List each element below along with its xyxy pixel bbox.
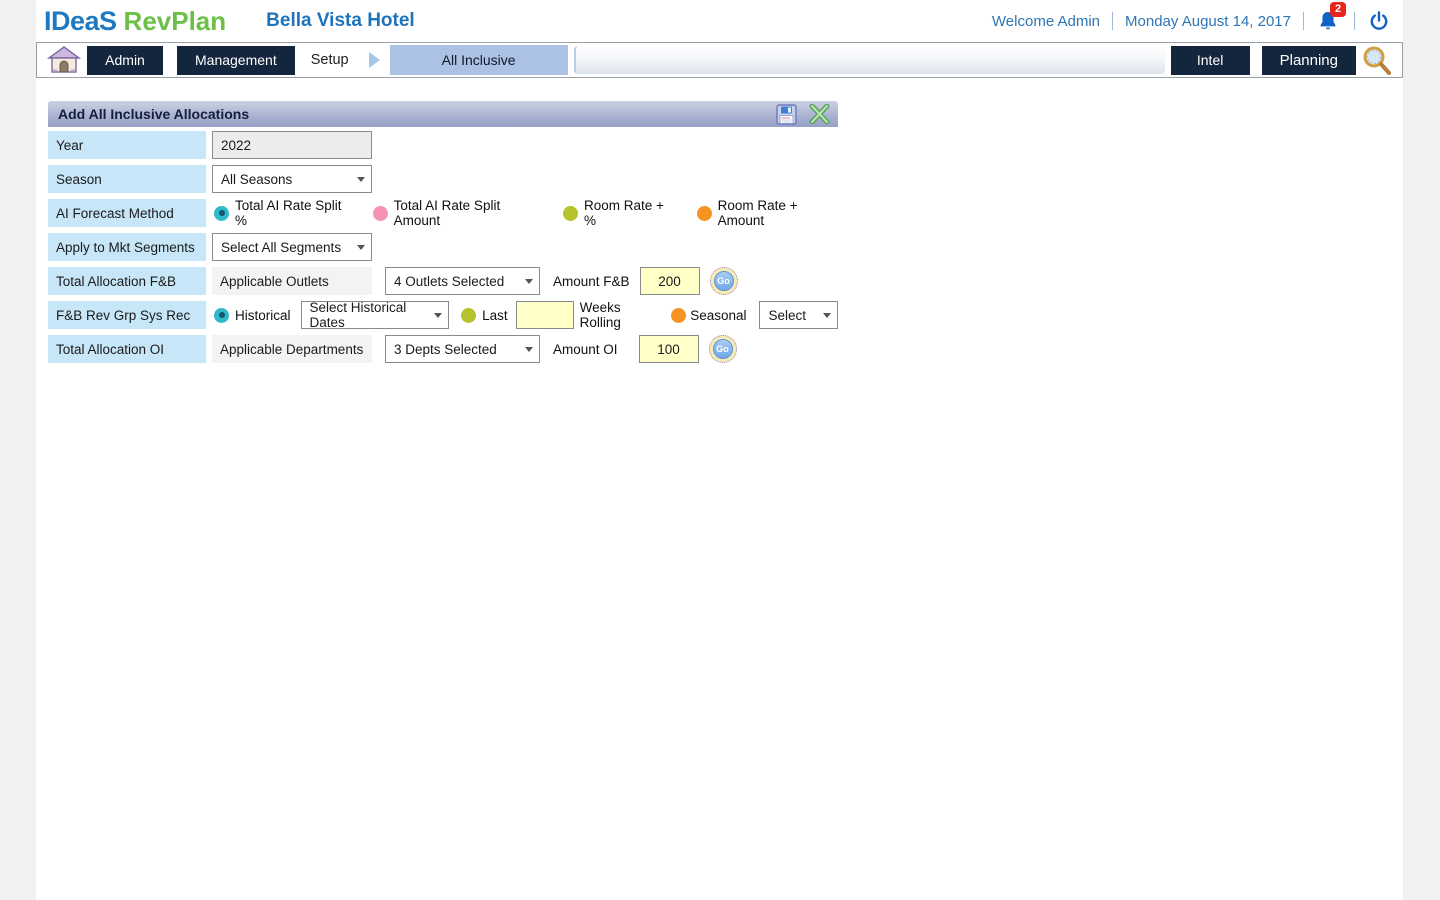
logout-button[interactable] xyxy=(1367,9,1391,33)
tab-all-inclusive[interactable]: All Inclusive xyxy=(390,45,568,75)
forecast-method-row: AI Forecast Method Total AI Rate Split %… xyxy=(48,199,838,227)
radio-total-ai-rate-split-pct[interactable]: Total AI Rate Split % xyxy=(214,198,349,228)
chevron-down-icon xyxy=(525,279,533,284)
sysrec-row: F&B Rev Grp Sys Rec Historical Select Hi… xyxy=(48,301,838,329)
product-logo: RevPlan xyxy=(124,6,227,37)
nav-bar: Admin Management Setup All Inclusive Int… xyxy=(36,42,1403,78)
oi-allocation-row: Total Allocation OI Applicable Departmen… xyxy=(48,335,838,363)
year-row: Year xyxy=(48,131,838,159)
year-label: Year xyxy=(48,131,206,159)
segments-dropdown[interactable]: Select All Segments xyxy=(212,233,372,261)
forecast-method-label: AI Forecast Method xyxy=(48,199,206,227)
historical-dates-dropdown[interactable]: Select Historical Dates xyxy=(301,301,450,329)
tab-strip xyxy=(574,46,1165,74)
panel-header: Add All Inclusive Allocations xyxy=(48,101,838,127)
app-page: IDeaS RevPlan Bella Vista Hotel Welcome … xyxy=(36,0,1403,900)
nav-management-button[interactable]: Management xyxy=(177,46,295,75)
historical-dates-dropdown-value: Select Historical Dates xyxy=(310,300,435,330)
season-dropdown[interactable]: All Seasons xyxy=(212,165,372,193)
notifications-button[interactable]: 2 xyxy=(1316,9,1342,33)
search-icon xyxy=(1359,43,1393,77)
nav-intel-button[interactable]: Intel xyxy=(1171,46,1250,75)
fb-allocation-row: Total Allocation F&B Applicable Outlets … xyxy=(48,267,838,295)
add-allocations-panel: Add All Inclusive Allocations xyxy=(48,101,838,363)
radio-icon xyxy=(373,206,388,221)
segments-row: Apply to Mkt Segments Select All Segment… xyxy=(48,233,838,261)
notification-badge: 2 xyxy=(1330,2,1346,17)
nav-admin-button[interactable]: Admin xyxy=(87,46,163,75)
main-content: Add All Inclusive Allocations xyxy=(36,78,1403,363)
header-divider xyxy=(1112,12,1113,30)
header-right: Welcome Admin Monday August 14, 2017 2 xyxy=(992,9,1391,33)
chevron-down-icon xyxy=(823,313,831,318)
nav-planning-button[interactable]: Planning xyxy=(1262,46,1356,75)
oi-allocation-label: Total Allocation OI xyxy=(48,335,206,363)
radio-historical[interactable]: Historical xyxy=(214,308,291,323)
departments-dropdown-value: 3 Depts Selected xyxy=(394,342,497,357)
chevron-down-icon xyxy=(434,313,442,318)
current-date: Monday August 14, 2017 xyxy=(1125,13,1291,30)
header-divider xyxy=(1354,12,1355,30)
radio-room-rate-plus-amount[interactable]: Room Rate + Amount xyxy=(697,198,838,228)
power-icon xyxy=(1367,9,1391,33)
chevron-down-icon xyxy=(525,347,533,352)
fb-allocation-label: Total Allocation F&B xyxy=(48,267,206,295)
segments-dropdown-value: Select All Segments xyxy=(221,240,341,255)
home-icon xyxy=(47,45,81,75)
close-button[interactable] xyxy=(809,104,830,124)
header-divider xyxy=(1303,12,1304,30)
sysrec-label: F&B Rev Grp Sys Rec xyxy=(48,301,206,329)
chevron-down-icon xyxy=(357,245,365,250)
outlets-dropdown-value: 4 Outlets Selected xyxy=(394,274,504,289)
hotel-name: Bella Vista Hotel xyxy=(266,10,415,32)
top-header: IDeaS RevPlan Bella Vista Hotel Welcome … xyxy=(36,0,1403,42)
fb-go-button[interactable]: Go xyxy=(710,267,738,295)
close-icon xyxy=(809,104,830,124)
amount-fb-input[interactable] xyxy=(640,267,700,295)
weeks-rolling-input[interactable] xyxy=(516,301,574,329)
applicable-departments-label: Applicable Departments xyxy=(212,335,372,363)
radio-total-ai-rate-split-amount[interactable]: Total AI Rate Split Amount xyxy=(373,198,539,228)
season-label: Season xyxy=(48,165,206,193)
amount-oi-input[interactable] xyxy=(639,335,699,363)
radio-last[interactable]: Last xyxy=(461,308,508,323)
welcome-text[interactable]: Welcome Admin xyxy=(992,13,1100,30)
outlets-dropdown[interactable]: 4 Outlets Selected xyxy=(385,267,540,295)
segments-label: Apply to Mkt Segments xyxy=(48,233,206,261)
radio-icon xyxy=(697,206,712,221)
season-dropdown-value: All Seasons xyxy=(221,172,292,187)
weeks-rolling-label: Weeks Rolling xyxy=(580,300,662,330)
season-row: Season All Seasons xyxy=(48,165,838,193)
radio-icon xyxy=(214,308,229,323)
radio-icon xyxy=(671,308,686,323)
save-icon xyxy=(776,104,797,125)
radio-icon xyxy=(214,206,229,221)
amount-fb-label: Amount F&B xyxy=(553,274,630,289)
departments-dropdown[interactable]: 3 Depts Selected xyxy=(385,335,540,363)
radio-seasonal[interactable]: Seasonal xyxy=(671,308,746,323)
radio-icon xyxy=(563,206,578,221)
nav-setup-item[interactable]: Setup xyxy=(311,52,349,68)
breadcrumb-arrow-icon xyxy=(369,52,380,68)
save-button[interactable] xyxy=(776,104,797,125)
radio-icon xyxy=(461,308,476,323)
chevron-down-icon xyxy=(357,177,365,182)
applicable-outlets-label: Applicable Outlets xyxy=(212,267,372,295)
oi-go-button[interactable]: Go xyxy=(709,335,737,363)
seasonal-select-dropdown[interactable]: Select xyxy=(759,301,838,329)
panel-title: Add All Inclusive Allocations xyxy=(58,106,249,122)
search-button[interactable] xyxy=(1356,43,1396,77)
radio-room-rate-plus-pct[interactable]: Room Rate + % xyxy=(563,198,673,228)
amount-oi-label: Amount OI xyxy=(553,342,618,357)
seasonal-select-dropdown-value: Select xyxy=(768,308,806,323)
brand-logo: IDeaS xyxy=(44,6,117,37)
home-button[interactable] xyxy=(43,45,85,75)
year-input[interactable] xyxy=(212,131,372,159)
